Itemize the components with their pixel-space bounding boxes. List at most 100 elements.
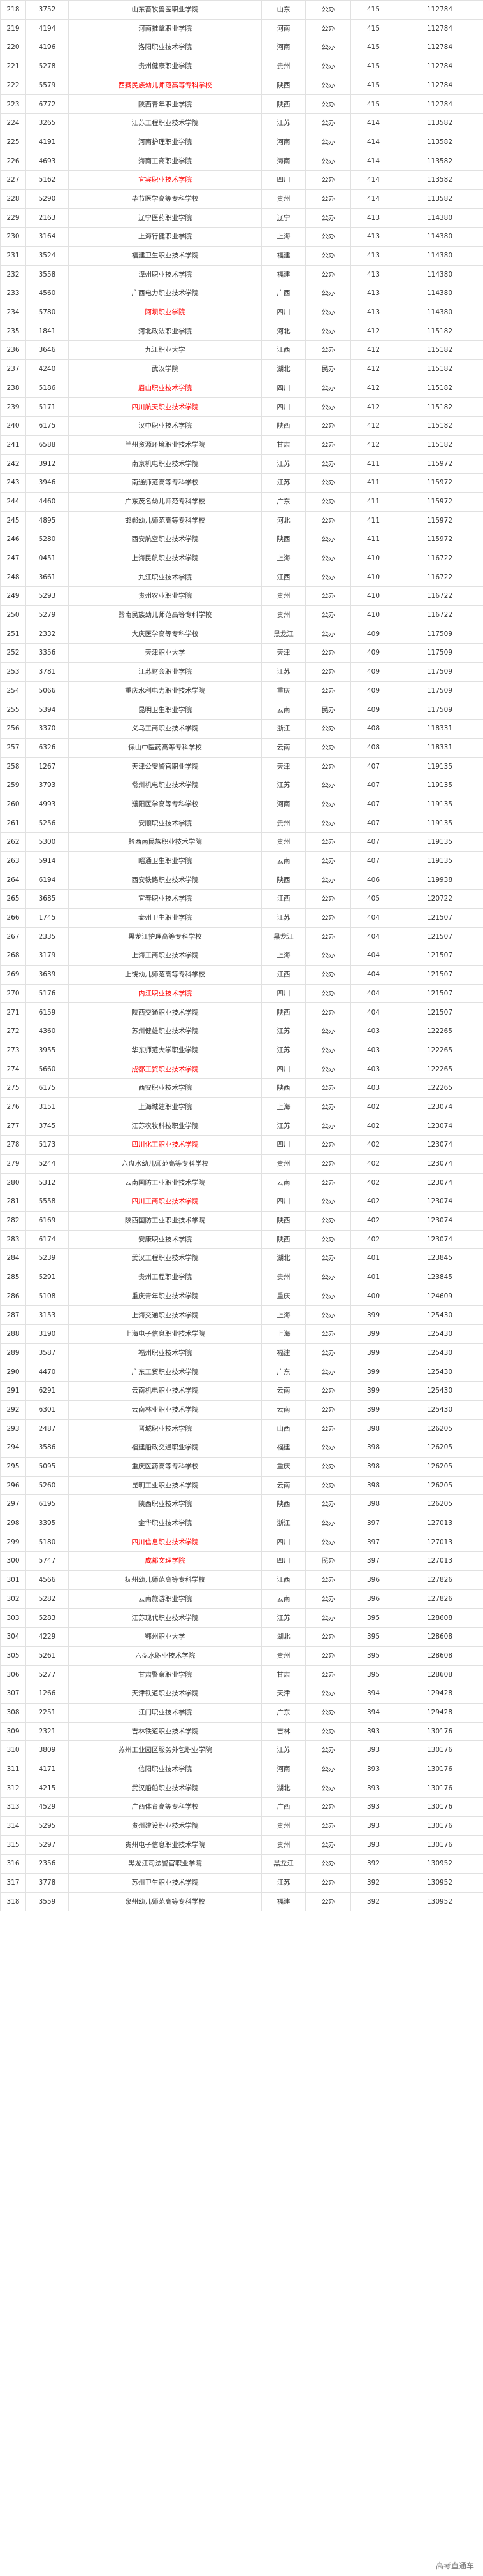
table-row: 268 3179 上海工商职业技术学院 上海 公办 404 121507	[0, 946, 483, 966]
rank-cell: 231	[0, 245, 26, 266]
rank-cell: 300	[0, 1551, 26, 1572]
table-row: 259 3793 常州机电职业技术学院 江苏 公办 407 119135	[0, 776, 483, 795]
school-name-cell: 鄂州职业大学	[68, 1627, 262, 1647]
score-cell: 411	[350, 510, 396, 531]
province-cell: 海南	[261, 151, 306, 171]
school-name-cell: 成都工贸职业技术学院	[68, 1059, 262, 1080]
province-cell: 陕西	[261, 1229, 306, 1250]
school-name-cell: 黔西南民族职业技术学院	[68, 832, 262, 852]
type-cell: 公办	[305, 1229, 351, 1250]
type-cell: 公办	[305, 170, 351, 190]
code-cell: 4215	[25, 1778, 69, 1798]
code-cell: 3793	[25, 776, 69, 795]
position-cell: 123074	[396, 1229, 483, 1250]
position-cell: 114380	[396, 227, 483, 247]
province-cell: 福建	[261, 264, 306, 285]
table-row: 267 2335 黑龙江护理高等专科学校 黑龙江 公办 404 121507	[0, 927, 483, 947]
rank-cell: 277	[0, 1116, 26, 1136]
province-cell: 云南	[261, 851, 306, 871]
score-cell: 414	[350, 170, 396, 190]
province-cell: 贵州	[261, 605, 306, 625]
table-row: 246 5280 西安航空职业技术学院 陕西 公办 411 115972	[0, 530, 483, 549]
province-cell: 江苏	[261, 908, 306, 928]
school-name-cell: 成都文理学院	[68, 1551, 262, 1572]
school-name-cell: 吉林铁道职业技术学院	[68, 1721, 262, 1742]
position-cell: 117509	[396, 624, 483, 644]
type-cell: 公办	[305, 737, 351, 758]
score-cell: 412	[350, 435, 396, 455]
table-row: 230 3164 上海行健职业学院 上海 公办 413 114380	[0, 227, 483, 247]
school-name-cell: 大庆医学高等专科学校	[68, 624, 262, 644]
position-cell: 112784	[396, 0, 483, 20]
school-name-cell: 阿坝职业学院	[68, 303, 262, 322]
province-cell: 湖北	[261, 1248, 306, 1269]
score-cell: 415	[350, 18, 396, 39]
position-cell: 115182	[396, 416, 483, 436]
school-name-cell: 四川工商职业技术学院	[68, 1192, 262, 1212]
code-cell: 5297	[25, 1835, 69, 1855]
rank-cell: 243	[0, 473, 26, 493]
code-cell: 2356	[25, 1854, 69, 1874]
rank-cell: 302	[0, 1589, 26, 1609]
province-cell: 四川	[261, 303, 306, 322]
school-name-cell: 上海民航职业技术学院	[68, 548, 262, 568]
rank-cell: 314	[0, 1816, 26, 1836]
type-cell: 公办	[305, 1778, 351, 1798]
position-cell: 120722	[396, 889, 483, 909]
score-cell: 394	[350, 1684, 396, 1704]
code-cell: 5176	[25, 983, 69, 1004]
school-name-cell: 重庆青年职业技术学院	[68, 1286, 262, 1306]
rank-cell: 270	[0, 983, 26, 1004]
table-row: 312 4215 武汉船舶职业技术学院 湖北 公办 393 130176	[0, 1778, 483, 1798]
position-cell: 123074	[396, 1135, 483, 1155]
table-row: 258 1267 天津公安警官职业学院 天津 公办 407 119135	[0, 756, 483, 777]
score-cell: 408	[350, 719, 396, 739]
score-cell: 398	[350, 1475, 396, 1496]
code-cell: 6159	[25, 1002, 69, 1023]
type-cell: 公办	[305, 946, 351, 966]
table-row: 283 6174 安康职业技术学院 陕西 公办 402 123074	[0, 1229, 483, 1250]
rank-cell: 303	[0, 1608, 26, 1628]
position-cell: 123074	[396, 1173, 483, 1193]
score-cell: 402	[350, 1154, 396, 1174]
code-cell: 5239	[25, 1248, 69, 1269]
table-row: 234 5780 阿坝职业学院 四川 公办 413 114380	[0, 303, 483, 322]
code-cell: 5579	[25, 75, 69, 96]
score-cell: 404	[350, 946, 396, 966]
type-cell: 公办	[305, 1211, 351, 1231]
rank-cell: 312	[0, 1778, 26, 1798]
province-cell: 江西	[261, 965, 306, 985]
score-cell: 399	[350, 1381, 396, 1401]
school-name-cell: 宜宾职业技术学院	[68, 170, 262, 190]
province-cell: 辽宁	[261, 208, 306, 228]
score-cell: 406	[350, 870, 396, 890]
type-cell: 公办	[305, 18, 351, 39]
province-cell: 江西	[261, 567, 306, 588]
rank-cell: 309	[0, 1721, 26, 1742]
province-cell: 上海	[261, 946, 306, 966]
table-row: 253 3781 江苏财会职业学院 江苏 公办 409 117509	[0, 662, 483, 682]
position-cell: 114380	[396, 264, 483, 285]
rank-cell: 259	[0, 776, 26, 795]
code-cell: 4560	[25, 284, 69, 303]
score-cell: 411	[350, 454, 396, 474]
table-row: 263 5914 昭通卫生职业学院 云南 公办 407 119135	[0, 851, 483, 871]
type-cell: 公办	[305, 151, 351, 171]
table-row: 315 5297 贵州电子信息职业技术学院 贵州 公办 393 130176	[0, 1835, 483, 1855]
type-cell: 公办	[305, 586, 351, 606]
province-cell: 广东	[261, 1702, 306, 1723]
score-cell: 404	[350, 927, 396, 947]
code-cell: 5747	[25, 1551, 69, 1572]
score-cell: 411	[350, 473, 396, 493]
position-cell: 123845	[396, 1248, 483, 1269]
code-cell: 4360	[25, 1022, 69, 1041]
code-cell: 3912	[25, 454, 69, 474]
position-cell: 116722	[396, 567, 483, 588]
code-cell: 4194	[25, 18, 69, 39]
table-row: 221 5278 贵州健康职业学院 贵州 公办 415 112784	[0, 57, 483, 76]
rank-cell: 294	[0, 1438, 26, 1458]
score-cell: 412	[350, 340, 396, 361]
position-cell: 128608	[396, 1608, 483, 1628]
ranking-table-body: 218 3752 山东畜牧兽医职业学院 山东 公办 415 112784 219 4194 河南推…	[0, 0, 483, 1912]
table-row: 236 3646 九江职业大学 江西 公办 412 115182	[0, 340, 483, 361]
